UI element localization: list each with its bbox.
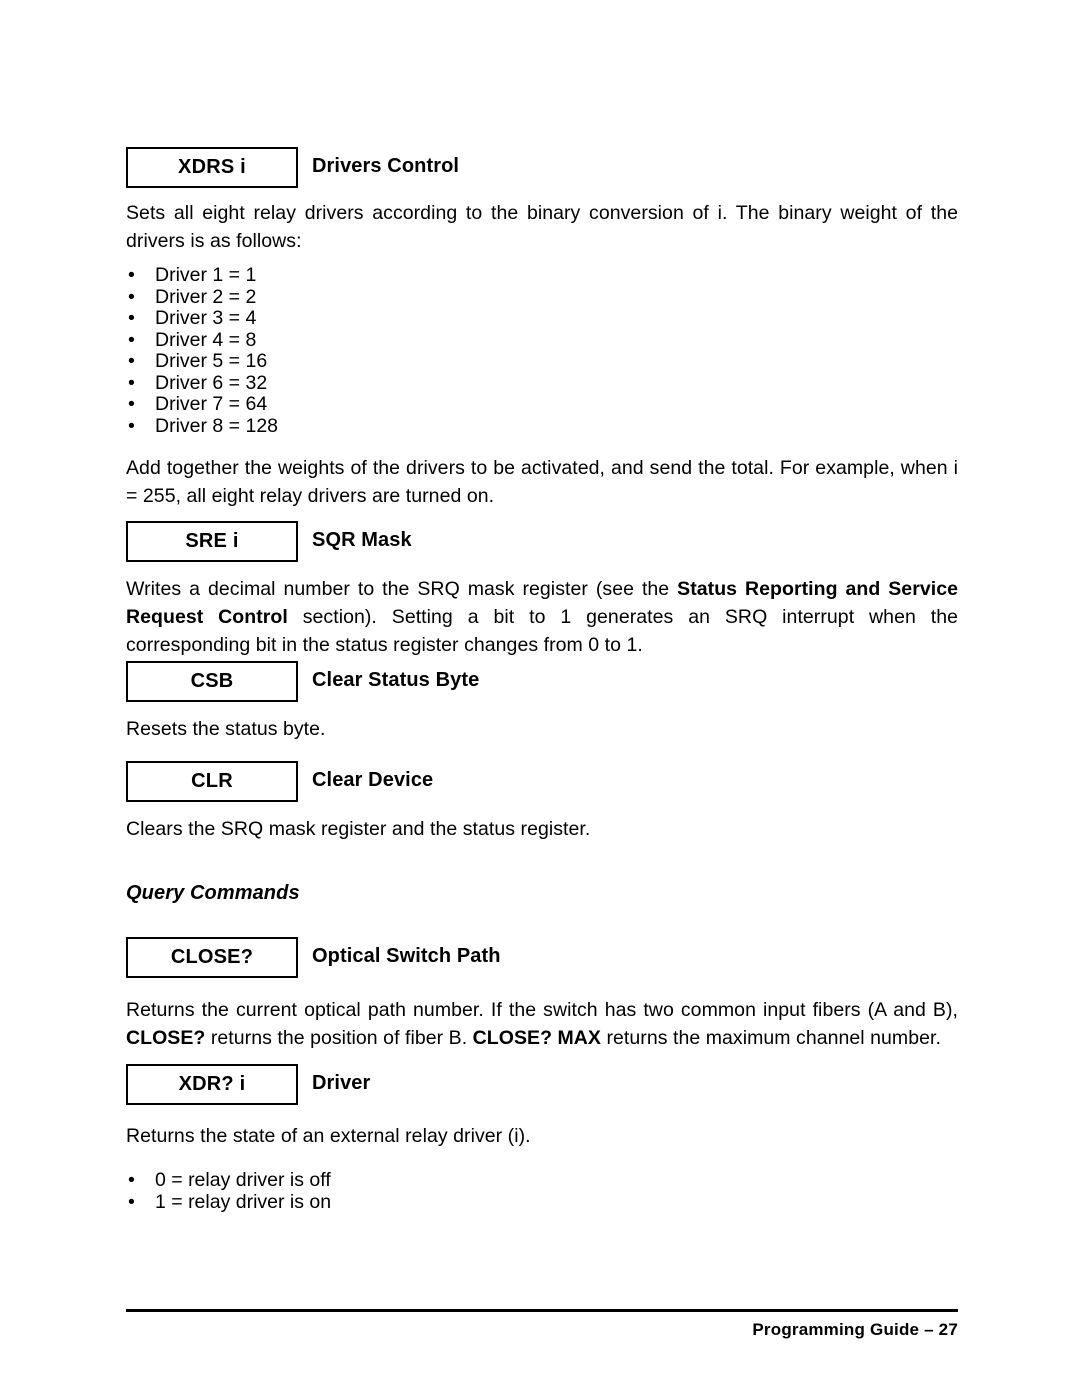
bullet-icon: • (128, 371, 135, 394)
command-title-xdrs: Drivers Control (312, 155, 460, 177)
list-item: • Driver 2 = 2 (126, 285, 626, 309)
command-box-clr: CLR (126, 761, 298, 802)
close-text-part2: returns the position of fiber B. (205, 1027, 473, 1049)
bullet-icon: • (128, 414, 135, 437)
command-box-sre: SRE i (126, 521, 298, 562)
command-heading-xdr: XDR? i Driver (126, 1064, 370, 1105)
document-page: XDRS i Drivers Control Sets all eight re… (126, 0, 958, 1397)
list-item: • Driver 8 = 128 (126, 414, 626, 438)
command-title-clr: Clear Device (312, 769, 434, 791)
list-item: • Driver 1 = 1 (126, 264, 626, 287)
command-heading-csb: CSB Clear Status Byte (126, 661, 479, 702)
close-text-part3: returns the maximum channel number. (601, 1027, 941, 1049)
paragraph-csb-body: Resets the status byte. (126, 718, 326, 740)
list-item-label: 0 = relay driver is off (155, 1169, 331, 1191)
command-box-csb: CSB (126, 661, 298, 702)
list-item-label: Driver 6 = 32 (155, 371, 268, 394)
command-box-xdrs: XDRS i (126, 147, 298, 188)
bullet-icon: • (128, 393, 135, 415)
list-item: • Driver 4 = 8 (126, 328, 626, 352)
driver-weight-list: • Driver 1 = 1 • Driver 2 = 2 • Driver 3 = … (126, 264, 626, 438)
command-heading-clr: CLR Clear Device (126, 761, 433, 802)
bullet-icon: • (128, 307, 135, 329)
footer-divider (126, 1309, 958, 1312)
command-box-xdr: XDR? i (126, 1064, 298, 1105)
bullet-icon: • (128, 1190, 135, 1213)
list-item: • Driver 5 = 16 (126, 350, 626, 373)
sre-text-part1: Writes a decimal number to the SRQ mask … (126, 578, 678, 600)
paragraph-close-body: Returns the current optical path number.… (126, 996, 958, 1052)
command-heading-sre: SRE i SQR Mask (126, 521, 412, 562)
list-item: • Driver 6 = 32 (126, 371, 626, 395)
paragraph-sre-body: Writes a decimal number to the SRQ mask … (126, 575, 958, 659)
close-text-part1: Returns the current optical path number.… (126, 999, 958, 1021)
list-item-label: Driver 1 = 1 (155, 264, 257, 286)
command-heading-xdrs: XDRS i Drivers Control (126, 147, 459, 188)
command-box-close: CLOSE? (126, 937, 298, 978)
paragraph-xdr-body: Returns the state of an external relay d… (126, 1125, 531, 1147)
bullet-icon: • (128, 1169, 135, 1191)
list-item: • Driver 3 = 4 (126, 307, 626, 330)
list-item-label: Driver 5 = 16 (155, 350, 268, 372)
list-item-label: Driver 4 = 8 (155, 328, 257, 351)
list-item-label: Driver 3 = 4 (155, 307, 257, 329)
close-text-bold1: CLOSE? (126, 1027, 206, 1049)
paragraph-xdrs-intro: Sets all eight relay drivers according t… (126, 202, 958, 252)
bullet-icon: • (128, 350, 135, 372)
bullet-icon: • (128, 328, 135, 351)
command-title-sre: SQR Mask (312, 529, 412, 551)
section-heading-query-commands: Query Commands (126, 882, 300, 904)
paragraph-clr-body: Clears the SRQ mask register and the sta… (126, 818, 591, 840)
list-item-label: Driver 7 = 64 (155, 393, 268, 415)
command-heading-close: CLOSE? Optical Switch Path (126, 937, 501, 978)
list-item-label: 1 = relay driver is on (155, 1190, 332, 1213)
list-item: • Driver 7 = 64 (126, 393, 626, 416)
command-title-csb: Clear Status Byte (312, 669, 480, 691)
bullet-icon: • (128, 264, 135, 286)
list-item: • 0 = relay driver is off (126, 1169, 626, 1192)
close-text-bold2: CLOSE? MAX (472, 1027, 601, 1049)
footer-page-label: Programming Guide – 27 (752, 1320, 958, 1339)
paragraph-xdrs-outro: Add together the weights of the drivers … (126, 457, 958, 507)
list-item-label: Driver 8 = 128 (155, 414, 279, 437)
relay-driver-state-list: • 0 = relay driver is off • 1 = relay driv… (126, 1169, 626, 1214)
list-item: • 1 = relay driver is on (126, 1190, 626, 1214)
bullet-icon: • (128, 285, 135, 308)
list-item-label: Driver 2 = 2 (155, 285, 257, 308)
command-title-close: Optical Switch Path (312, 945, 501, 967)
command-title-xdr: Driver (312, 1072, 371, 1094)
